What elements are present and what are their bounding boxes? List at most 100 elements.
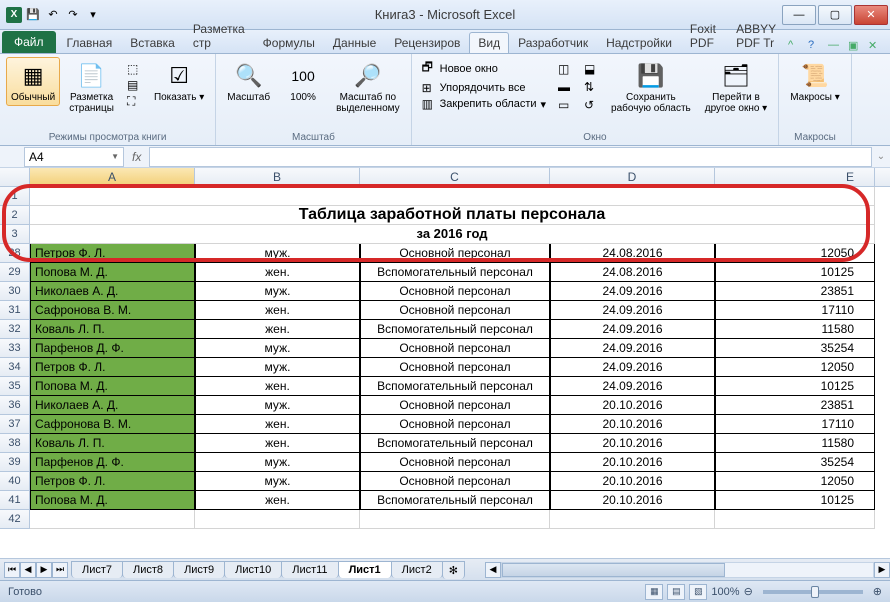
cell-name[interactable]: Попова М. Д. (30, 263, 195, 282)
cell-amount[interactable]: 17110 (715, 301, 875, 320)
column-header-B[interactable]: B (195, 168, 360, 186)
fx-icon[interactable]: fx (132, 150, 141, 164)
cell-category[interactable]: Основной персонал (360, 453, 550, 472)
zoom-100-button[interactable]: 100100% (279, 57, 327, 106)
cell-gender[interactable]: жен. (195, 301, 360, 320)
redo-icon[interactable]: ↷ (64, 6, 82, 24)
save-icon[interactable]: 💾 (24, 6, 42, 24)
cell-category[interactable]: Основной персонал (360, 244, 550, 263)
cell-category[interactable]: Вспомогательный персонал (360, 263, 550, 282)
row-header[interactable]: 37 (0, 415, 30, 434)
cell[interactable] (195, 510, 360, 529)
ribbon-tab-данные[interactable]: Данные (324, 32, 385, 53)
column-header-C[interactable]: C (360, 168, 550, 186)
show-button[interactable]: ☑Показать ▾ (149, 57, 209, 106)
row-header[interactable]: 3 (0, 225, 30, 244)
cell-amount[interactable]: 35254 (715, 339, 875, 358)
cell-date[interactable]: 24.08.2016 (550, 263, 715, 282)
cell-amount[interactable]: 12050 (715, 358, 875, 377)
cell-gender[interactable]: муж. (195, 339, 360, 358)
cell-amount[interactable]: 11580 (715, 434, 875, 453)
cell-date[interactable]: 20.10.2016 (550, 396, 715, 415)
arrange-all-button[interactable]: ⊞Упорядочить все (418, 80, 550, 96)
ribbon-tab-разметка стр[interactable]: Разметка стр (184, 18, 254, 53)
zoom-thumb[interactable] (811, 586, 819, 598)
close-button[interactable]: ✕ (854, 5, 888, 25)
file-tab[interactable]: Файл (2, 31, 56, 53)
ribbon-tab-разработчик[interactable]: Разработчик (509, 32, 597, 53)
cell[interactable] (360, 510, 550, 529)
ribbon-tab-формулы[interactable]: Формулы (254, 32, 324, 53)
cell-gender[interactable]: муж. (195, 244, 360, 263)
sheet-nav-next[interactable]: ▶ (36, 562, 52, 578)
cell-gender[interactable]: жен. (195, 415, 360, 434)
sheet-tab-Лист1[interactable]: Лист1 (338, 561, 392, 578)
column-header-D[interactable]: D (550, 168, 715, 186)
row-header[interactable]: 1 (0, 187, 30, 206)
ribbon-tab-главная[interactable]: Главная (58, 32, 122, 53)
excel-logo-icon[interactable]: X (6, 7, 22, 23)
cell-amount[interactable]: 10125 (715, 377, 875, 396)
cell-gender[interactable]: жен. (195, 491, 360, 510)
cell-gender[interactable]: муж. (195, 358, 360, 377)
sync-scroll-button[interactable]: ⇅ (580, 79, 602, 95)
column-header-A[interactable]: A (30, 168, 195, 186)
sheet-tab-Лист8[interactable]: Лист8 (122, 561, 174, 578)
zoom-level[interactable]: 100% (711, 586, 739, 598)
fullscreen-button[interactable]: ⛶ (123, 93, 145, 110)
hscroll-track[interactable] (501, 562, 874, 578)
cell[interactable] (30, 187, 875, 206)
row-header[interactable]: 34 (0, 358, 30, 377)
cell-name[interactable]: Сафронова В. М. (30, 301, 195, 320)
sheet-tab-Лист11[interactable]: Лист11 (281, 561, 338, 578)
row-header[interactable]: 30 (0, 282, 30, 301)
cell-name[interactable]: Петров Ф. Л. (30, 244, 195, 263)
cell-date[interactable]: 20.10.2016 (550, 453, 715, 472)
cell-name[interactable]: Петров Ф. Л. (30, 472, 195, 491)
pagebreak-preview-button[interactable]: ⬚ (123, 61, 145, 77)
row-header[interactable]: 33 (0, 339, 30, 358)
row-header[interactable]: 36 (0, 396, 30, 415)
doc-min-icon[interactable]: — (828, 39, 842, 53)
ribbon-tab-foxit pdf[interactable]: Foxit PDF (681, 18, 727, 53)
cell-gender[interactable]: муж. (195, 396, 360, 415)
qat-customize-icon[interactable]: ▾ (84, 6, 102, 24)
row-header[interactable]: 42 (0, 510, 30, 529)
formula-input[interactable] (149, 147, 872, 167)
zoom-slider[interactable] (763, 590, 863, 594)
expand-formula-icon[interactable]: ⌄ (872, 151, 890, 162)
cell-category[interactable]: Вспомогательный персонал (360, 320, 550, 339)
row-header[interactable]: 29 (0, 263, 30, 282)
sheet-tab-Лист2[interactable]: Лист2 (391, 561, 443, 578)
cell-name[interactable]: Парфенов Д. Ф. (30, 453, 195, 472)
hscroll-thumb[interactable] (502, 563, 725, 577)
pagebreak-sb[interactable]: ▧ (689, 584, 707, 600)
split-button[interactable]: ◫ (554, 61, 576, 77)
cell-date[interactable]: 24.09.2016 (550, 282, 715, 301)
cell-date[interactable]: 20.10.2016 (550, 415, 715, 434)
cell-amount[interactable]: 12050 (715, 472, 875, 491)
table-title[interactable]: Таблица заработной платы персонала (30, 206, 875, 225)
cell-category[interactable]: Вспомогательный персонал (360, 491, 550, 510)
row-header[interactable]: 2 (0, 206, 30, 225)
ribbon-tab-вид[interactable]: Вид (469, 32, 509, 53)
table-subtitle[interactable]: за 2016 год (30, 225, 875, 244)
hscroll-left[interactable]: ◀ (485, 562, 501, 578)
row-header[interactable]: 40 (0, 472, 30, 491)
cell-date[interactable]: 20.10.2016 (550, 472, 715, 491)
row-header[interactable]: 35 (0, 377, 30, 396)
row-header[interactable]: 28 (0, 244, 30, 263)
cell-category[interactable]: Основной персонал (360, 301, 550, 320)
minimize-ribbon-icon[interactable]: ^ (788, 39, 802, 53)
column-header-E[interactable]: E (715, 168, 875, 186)
cell-name[interactable]: Николаев А. Д. (30, 282, 195, 301)
help-icon[interactable]: ? (808, 39, 822, 53)
cell-date[interactable]: 24.08.2016 (550, 244, 715, 263)
cell-amount[interactable]: 23851 (715, 396, 875, 415)
cell-date[interactable]: 24.09.2016 (550, 301, 715, 320)
cell-category[interactable]: Вспомогательный персонал (360, 434, 550, 453)
cell-category[interactable]: Основной персонал (360, 282, 550, 301)
cell-category[interactable]: Основной персонал (360, 339, 550, 358)
row-header[interactable]: 32 (0, 320, 30, 339)
page-layout-sb[interactable]: ▤ (667, 584, 685, 600)
